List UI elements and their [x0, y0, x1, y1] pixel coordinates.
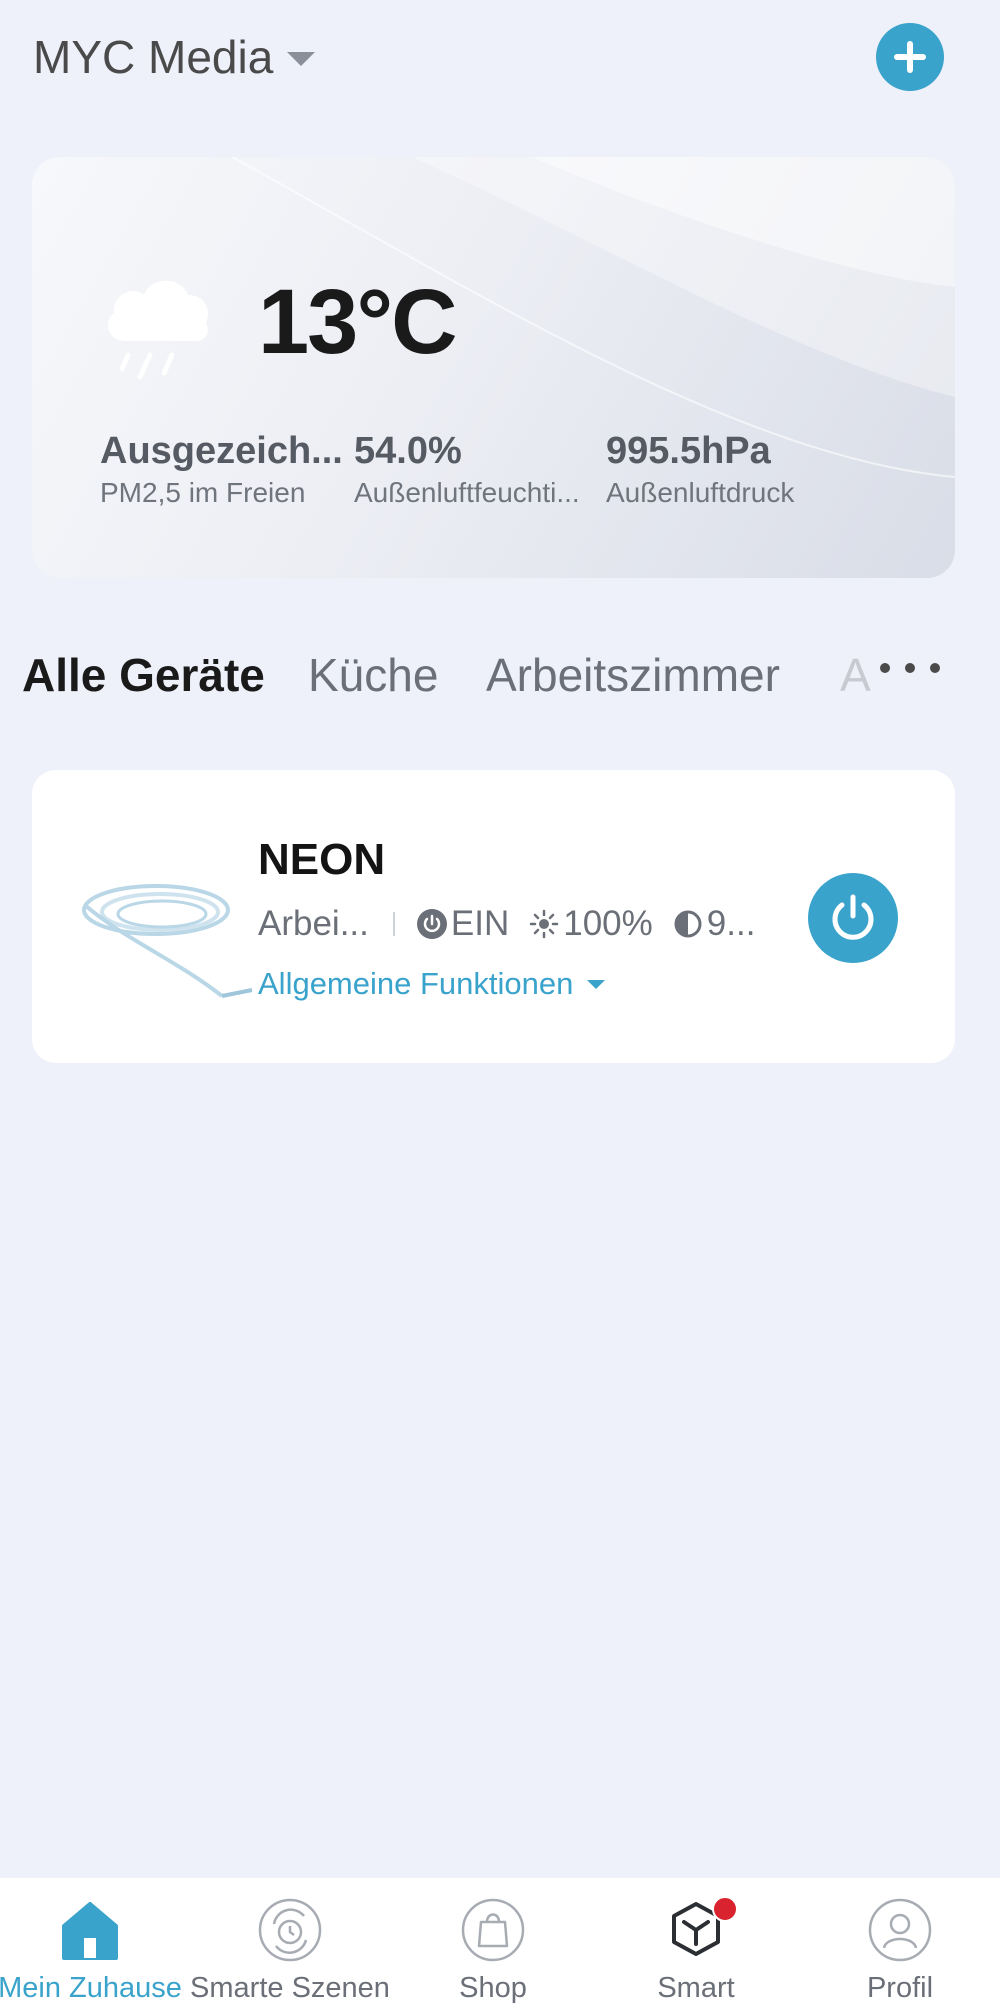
nav-smarte-szenen[interactable]: Smarte Szenen — [190, 1896, 390, 2015]
nav-smart[interactable]: Smart — [596, 1896, 796, 2015]
power-state: EIN — [416, 904, 510, 944]
power-icon — [416, 909, 447, 939]
device-room: Arbei... — [258, 904, 369, 943]
dot-icon — [930, 663, 940, 673]
add-device-button[interactable] — [876, 23, 944, 91]
tab-kueche[interactable]: Küche — [308, 648, 438, 702]
device-name: NEON — [258, 835, 386, 884]
brightness-state: 100% — [529, 904, 653, 944]
profile-icon — [868, 1898, 932, 1962]
brightness-icon — [530, 909, 559, 939]
nav-profil[interactable]: Profil — [800, 1896, 1000, 2015]
caret-down-icon — [287, 52, 316, 66]
nav-label: Mein Zuhause — [0, 1972, 182, 2004]
pressure-value: 995.5hPa — [606, 430, 771, 472]
home-icon — [62, 1902, 118, 1960]
pressure-stat: 995.5hPa Außenluftdruck — [606, 430, 906, 509]
nav-label: Smart — [657, 1972, 735, 2004]
pm25-label: PM2,5 im Freien — [100, 477, 306, 508]
divider — [392, 912, 395, 936]
general-functions-label: Allgemeine Funktionen — [258, 966, 574, 1001]
nav-label: Shop — [459, 1972, 527, 2004]
nav-label: Smarte Szenen — [190, 1972, 390, 2004]
device-card[interactable]: NEON Arbei... EIN 100% 9... Allgemeine F… — [32, 770, 955, 1063]
neon-strip-image — [82, 884, 253, 998]
notification-badge — [712, 1896, 738, 1922]
pm25-stat: Ausgezeich... PM2,5 im Freien — [100, 430, 350, 509]
tab-overflow[interactable]: A — [840, 648, 871, 702]
home-name-label: MYC Media — [33, 31, 274, 83]
pm25-value: Ausgezeich... — [100, 430, 343, 472]
brightness-value: 100% — [563, 904, 653, 943]
scenes-icon — [258, 1898, 322, 1962]
contrast-state: 9... — [673, 904, 756, 944]
nav-label: Profil — [866, 1972, 934, 2004]
temperature-value: 13°C — [258, 271, 458, 373]
nav-shop[interactable]: Shop — [393, 1896, 593, 2015]
contrast-value: 9... — [706, 904, 756, 943]
humidity-value: 54.0% — [354, 430, 462, 472]
power-state-value: EIN — [450, 904, 510, 943]
nav-mein-zuhause[interactable]: Mein Zuhause — [0, 1896, 190, 2015]
tab-alle-geraete[interactable]: Alle Geräte — [22, 648, 265, 702]
power-icon — [832, 894, 874, 940]
dot-icon — [905, 663, 915, 673]
contrast-icon — [674, 910, 702, 938]
tab-arbeitszimmer[interactable]: Arbeitszimmer — [486, 648, 780, 702]
pressure-label: Außenluftdruck — [606, 477, 795, 508]
plus-icon — [894, 41, 926, 73]
general-functions-dropdown[interactable]: Allgemeine Funktionen — [258, 966, 606, 1002]
rain-cloud-icon — [107, 280, 208, 380]
header: MYC Media — [0, 0, 1000, 120]
humidity-label: Außenluftfeuchti... — [354, 477, 580, 508]
more-tabs-button[interactable] — [880, 648, 940, 688]
room-tabs: Alle Geräte Küche Arbeitszimmer A — [0, 640, 1000, 702]
bottom-navigation: Mein Zuhause Smarte Szenen Shop Smart Pr… — [0, 1878, 1000, 2015]
dot-icon — [880, 663, 890, 673]
power-toggle-button[interactable] — [808, 873, 898, 963]
device-status-row: Arbei... EIN 100% 9... — [258, 902, 775, 946]
humidity-stat: 54.0% Außenluftfeuchti... — [354, 430, 604, 509]
caret-down-icon — [587, 979, 606, 989]
shop-bag-icon — [461, 1898, 525, 1962]
home-selector[interactable]: MYC Media — [33, 30, 316, 84]
